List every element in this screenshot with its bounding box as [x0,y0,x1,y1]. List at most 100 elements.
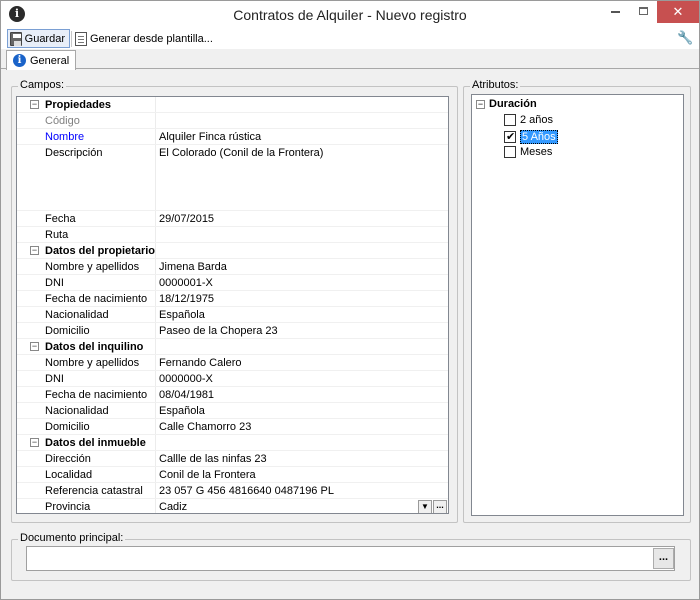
column-divider[interactable] [155,145,156,210]
property-row[interactable]: Dirección Callle de las ninfas 23 [17,451,448,467]
document-icon [75,31,87,46]
property-row[interactable]: Domicilio Calle Chamorro 23 [17,419,448,435]
column-divider[interactable] [155,403,156,418]
column-divider[interactable] [155,275,156,290]
property-value[interactable]: Española [159,405,205,417]
column-divider[interactable] [155,435,156,450]
property-row[interactable]: Fecha 29/07/2015 [17,211,448,227]
minimize-button[interactable] [601,1,629,23]
column-divider[interactable] [155,371,156,386]
category-row[interactable]: − Datos del inquilino [17,339,448,355]
property-value[interactable]: 18/12/1975 [159,293,214,305]
tree-item-5-anos[interactable]: 5 Años [504,130,558,144]
property-value[interactable]: Conil de la Frontera [159,469,256,481]
property-row[interactable]: Provincia Cadiz ▼... [17,499,448,513]
ellipsis-button[interactable]: ... [433,500,447,513]
property-row[interactable]: Referencia catastral 23 057 G 456 4816640… [17,483,448,499]
tree-root-duracion[interactable]: − Duración [476,98,537,110]
property-value[interactable]: 0000000-X [159,373,213,385]
dropdown-arrow-icon[interactable]: ▼ [418,500,432,513]
row-gutter [17,451,41,466]
column-divider[interactable] [155,419,156,434]
maximize-button[interactable] [629,1,657,23]
property-row[interactable]: Código [17,113,448,129]
row-gutter [17,145,41,210]
property-value[interactable]: Callle de las ninfas 23 [159,453,267,465]
property-value[interactable]: Alquiler Finca rústica [159,131,261,143]
column-divider[interactable] [155,467,156,482]
property-row[interactable]: DNI 0000001-X [17,275,448,291]
documento-legend: Documento principal: [18,532,126,544]
property-row[interactable]: Fecha de nacimiento 08/04/1981 [17,387,448,403]
column-divider[interactable] [155,291,156,306]
row-gutter [17,323,41,338]
property-row[interactable]: Nombre y apellidos Jimena Barda [17,259,448,275]
property-row[interactable]: Nombre Alquiler Finca rústica [17,129,448,145]
attributes-tree[interactable]: − Duración 2 años 5 Años Meses [471,94,684,516]
property-label: Nacionalidad [45,309,109,321]
column-divider[interactable] [155,483,156,498]
property-value[interactable]: Jimena Barda [159,261,227,273]
generate-from-template-button[interactable]: Generar desde plantilla... [73,29,217,48]
category-row[interactable]: − Propiedades [17,97,448,113]
category-row[interactable]: − Datos del inmueble [17,435,448,451]
property-row[interactable]: Localidad Conil de la Frontera [17,467,448,483]
browse-document-button[interactable]: ... [653,548,674,569]
property-row[interactable]: Nacionalidad Española [17,307,448,323]
tree-item-meses[interactable]: Meses [504,146,552,158]
property-row[interactable]: DNI 0000000-X [17,371,448,387]
column-divider[interactable] [155,211,156,226]
column-divider[interactable] [155,339,156,354]
tab-general[interactable]: i General [6,50,76,70]
save-button[interactable]: Guardar [7,29,70,48]
column-divider[interactable] [155,113,156,128]
campos-legend: Campos: [18,79,67,91]
property-value[interactable]: 0000001-X [159,277,213,289]
column-divider[interactable] [155,243,156,258]
wrench-icon[interactable]: 🔧 [677,31,693,45]
column-divider[interactable] [155,355,156,370]
documento-principal-field[interactable] [26,546,675,571]
category-row[interactable]: − Datos del propietario [17,243,448,259]
property-row[interactable]: Nombre y apellidos Fernando Calero [17,355,448,371]
collapse-icon[interactable]: − [30,100,39,109]
collapse-icon[interactable]: − [30,438,39,447]
column-divider[interactable] [155,387,156,402]
property-value[interactable]: Española [159,309,205,321]
column-divider[interactable] [155,129,156,144]
property-grid[interactable]: − Propiedades Código Nombre Alquiler Finca r… [16,96,449,514]
column-divider[interactable] [155,97,156,112]
column-divider[interactable] [155,451,156,466]
checkbox-meses[interactable] [504,146,516,158]
collapse-icon[interactable]: − [30,342,39,351]
row-gutter [17,371,41,386]
property-value[interactable]: Cadiz [159,501,187,513]
column-divider[interactable] [155,499,156,513]
property-value[interactable]: 23 057 G 456 4816640 0487196 PL [159,485,334,497]
row-gutter [17,275,41,290]
property-value[interactable]: El Colorado (Conil de la Frontera) [159,147,323,159]
tab-general-label: General [30,54,70,67]
property-row[interactable]: Domicilio Paseo de la Chopera 23 [17,323,448,339]
column-divider[interactable] [155,259,156,274]
checkbox-5-anos[interactable] [504,130,516,143]
column-divider[interactable] [155,323,156,338]
toolbar: Guardar Generar desde plantilla... 🔧 [1,29,699,49]
property-value[interactable]: Paseo de la Chopera 23 [159,325,278,337]
property-value[interactable]: Calle Chamorro 23 [159,421,251,433]
collapse-icon[interactable]: − [476,99,485,109]
property-label: Domicilio [45,421,90,433]
property-row[interactable]: Fecha de nacimiento 18/12/1975 [17,291,448,307]
property-value[interactable]: 29/07/2015 [159,213,214,225]
property-row[interactable]: Nacionalidad Española [17,403,448,419]
close-button[interactable]: ✕ [657,1,699,23]
property-value[interactable]: 08/04/1981 [159,389,214,401]
column-divider[interactable] [155,307,156,322]
collapse-icon[interactable]: − [30,246,39,255]
property-row[interactable]: Descripción El Colorado (Conil de la Fron… [17,145,448,211]
property-value[interactable]: Fernando Calero [159,357,242,369]
property-row[interactable]: Ruta [17,227,448,243]
column-divider[interactable] [155,227,156,242]
checkbox-2-anos[interactable] [504,114,516,126]
tree-item-2-anos[interactable]: 2 años [504,114,553,126]
